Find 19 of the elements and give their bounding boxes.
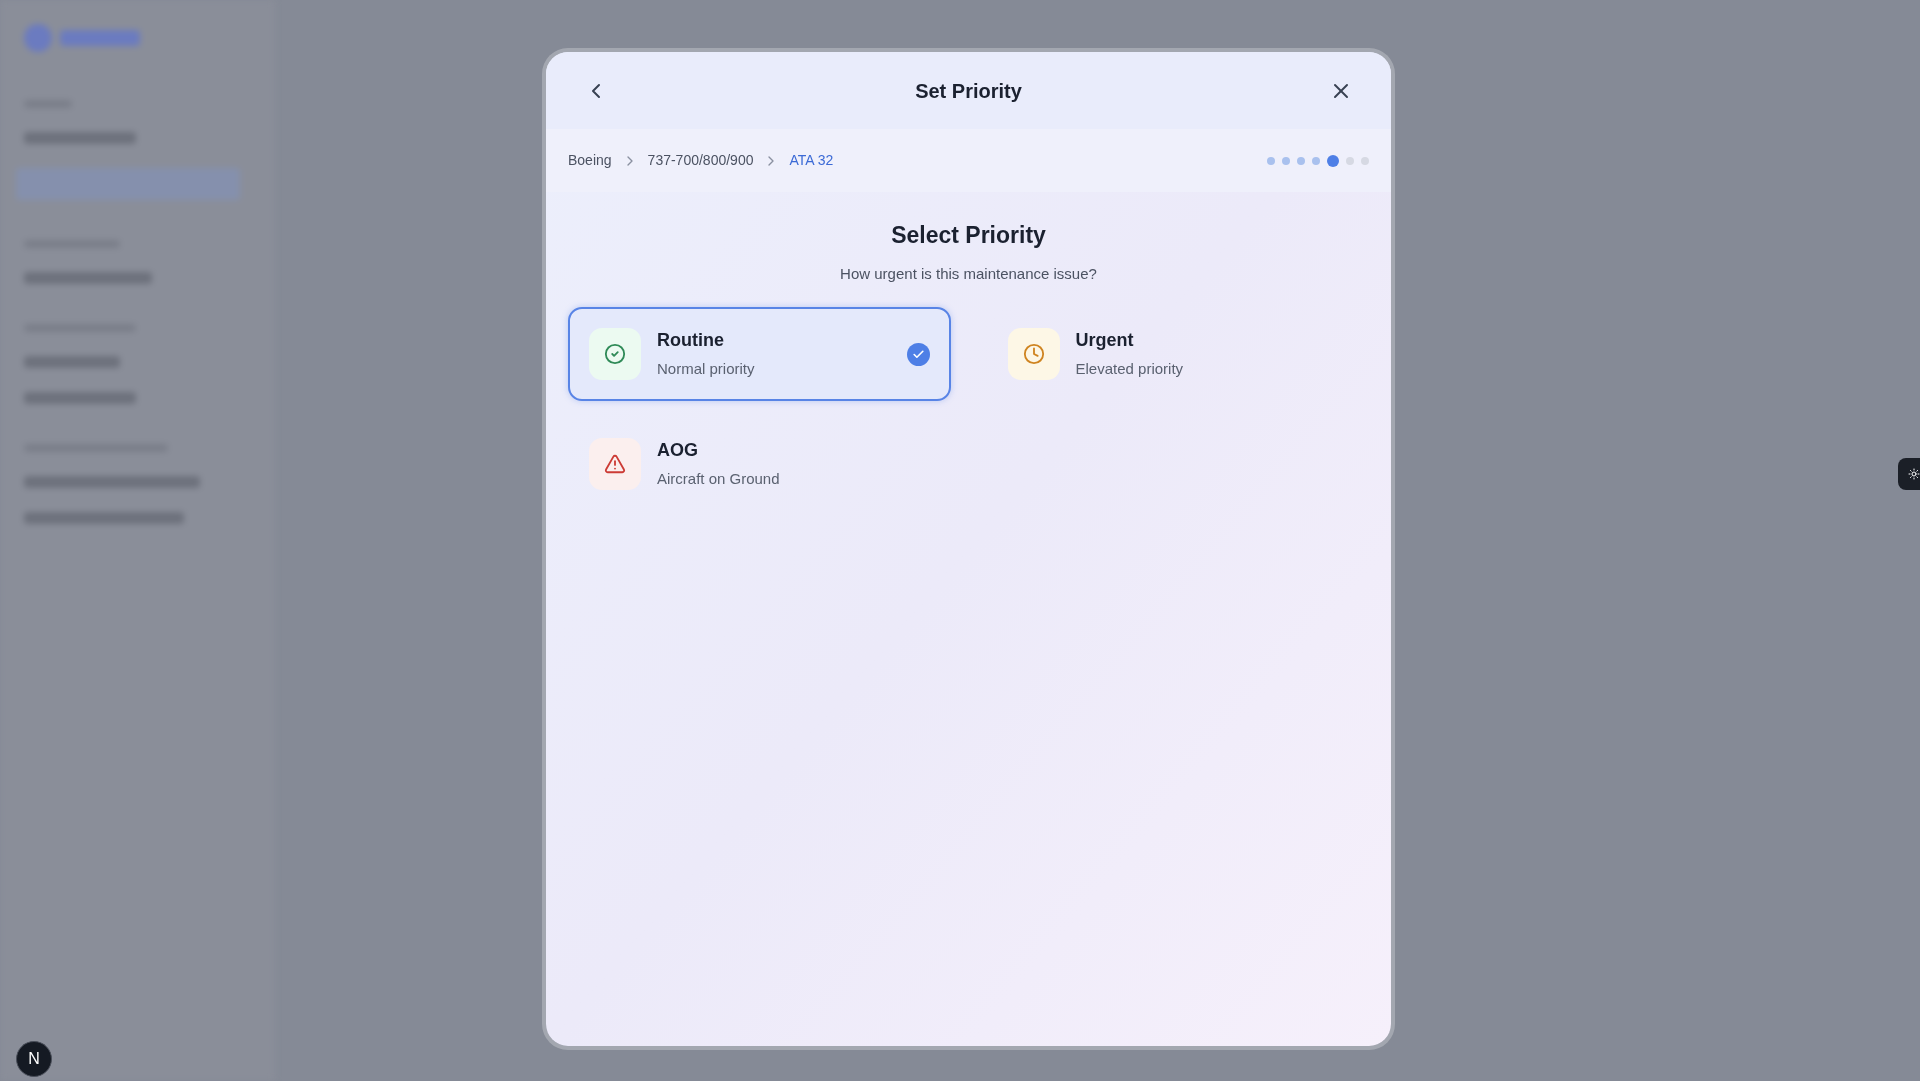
option-description: Normal priority <box>657 359 756 380</box>
breadcrumb-item[interactable]: ATA 32 <box>789 150 834 171</box>
section-heading: Select Priority <box>891 221 1046 250</box>
clock-icon <box>1007 328 1060 380</box>
option-description: Aircraft on Ground <box>657 469 781 490</box>
priority-option[interactable]: Routine Normal priority <box>568 307 951 401</box>
priority-option[interactable]: Urgent Elevated priority <box>986 307 1369 401</box>
check-icon <box>906 342 930 366</box>
option-title: AOG <box>657 439 699 463</box>
breadcrumb-item[interactable]: Boeing <box>568 150 612 171</box>
breadcrumb-item[interactable]: 737-700/800/900 <box>647 150 754 171</box>
option-description: Elevated priority <box>1075 359 1185 380</box>
sun-icon <box>1908 468 1920 480</box>
priority-option[interactable]: AOG Aircraft on Ground <box>568 417 951 511</box>
dialog-title: Set Priority <box>915 78 1022 104</box>
section-subheading: How urgent is this maintenance issue? <box>840 263 1097 284</box>
option-title: Urgent <box>1075 329 1135 353</box>
side-handle[interactable] <box>1898 458 1920 490</box>
option-title: Routine <box>657 329 725 353</box>
